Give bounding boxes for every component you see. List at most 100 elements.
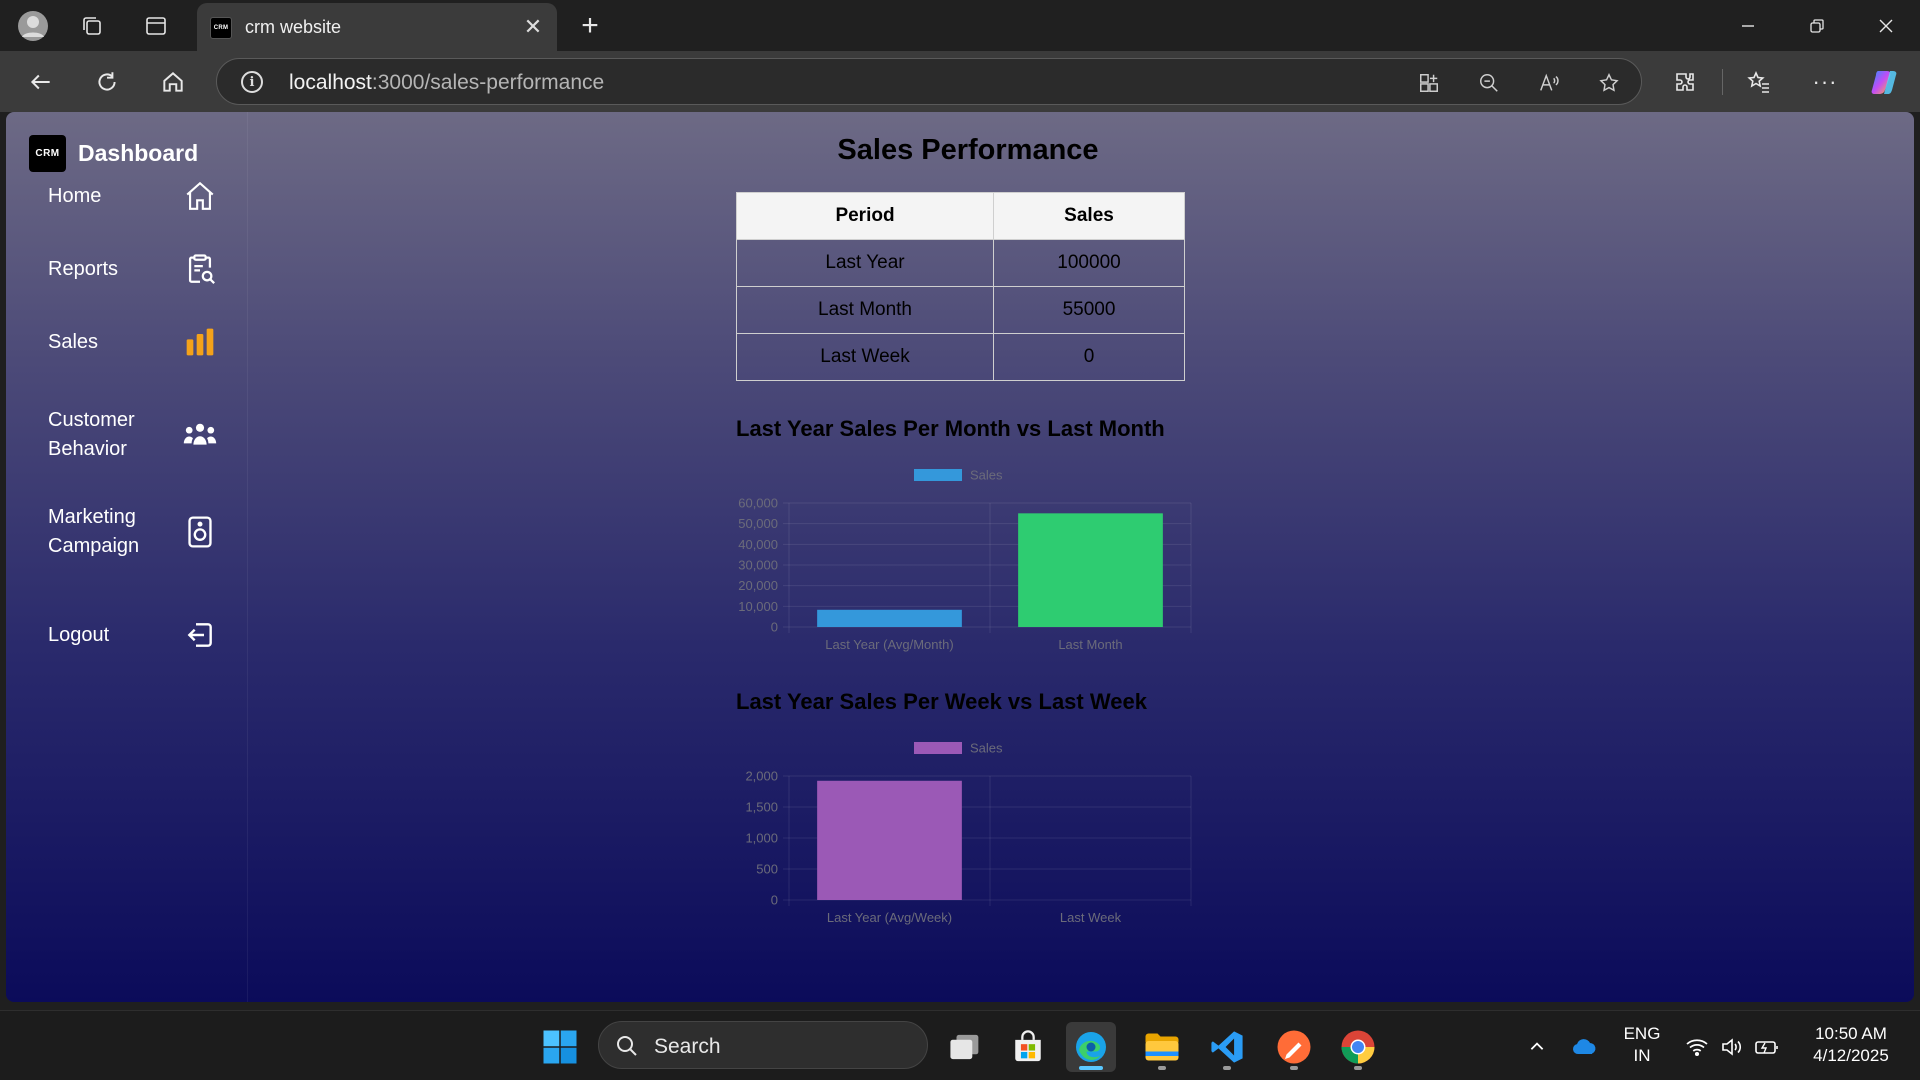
table-row: Last Month 55000 <box>736 286 1185 334</box>
home-browser-icon[interactable] <box>154 63 192 101</box>
sidebar-item-sales[interactable]: Sales <box>48 317 218 367</box>
bar <box>817 609 962 627</box>
browser-toolbar: i localhost:3000/sales-performance ··· <box>0 51 1920 112</box>
language-indicator[interactable]: ENG IN <box>1612 1023 1672 1067</box>
sidebar-item-customer-behavior[interactable]: Customer Behavior <box>48 406 218 464</box>
home-icon <box>182 178 218 214</box>
zoom-out-icon[interactable] <box>1473 67 1505 99</box>
running-indicator <box>1290 1066 1298 1070</box>
taskbar: Search ENG IN 10:50 AM 4/12/2025 <box>0 1010 1920 1080</box>
logout-icon <box>182 617 218 653</box>
extensions-icon[interactable] <box>1666 63 1704 101</box>
sidebar-item-marketing-campaign[interactable]: Marketing Campaign <box>48 503 218 561</box>
sidebar-item-label: Reports <box>48 257 119 280</box>
clock-date: 4/12/2025 <box>1813 1046 1889 1065</box>
cell-sales: 100000 <box>993 239 1185 287</box>
close-window-icon[interactable] <box>1851 0 1920 51</box>
refresh-icon[interactable] <box>88 63 126 101</box>
url-text[interactable]: localhost:3000/sales-performance <box>289 71 604 95</box>
page-viewport: CRM Dashboard Home Reports Sales Custome… <box>6 112 1914 1002</box>
chart-monthly: Sales 0 10,000 20,000 30,000 40,000 50,000 60,0… <box>738 468 1192 652</box>
show-hidden-icons-chevron-icon[interactable] <box>1512 1022 1562 1072</box>
taskbar-search[interactable]: Search <box>598 1021 928 1069</box>
x-tick-label: Last Year (Avg/Month) <box>825 637 953 652</box>
tab-actions-icon[interactable] <box>138 8 174 44</box>
y-tick-label: 0 <box>771 893 778 908</box>
tab-close-icon[interactable]: ✕ <box>519 13 547 41</box>
favorite-star-icon[interactable] <box>1593 67 1625 99</box>
users-group-icon <box>182 417 218 453</box>
y-tick-label: 60,000 <box>738 496 778 511</box>
y-tick-label: 20,000 <box>738 578 778 593</box>
address-bar[interactable]: i localhost:3000/sales-performance <box>216 58 1642 105</box>
copilot-icon[interactable] <box>1866 63 1904 101</box>
new-tab-icon[interactable]: + <box>572 8 608 44</box>
profile-avatar-icon[interactable] <box>15 8 51 44</box>
read-aloud-icon[interactable] <box>1533 67 1565 99</box>
bar <box>1018 513 1163 627</box>
table-row: Last Week 0 <box>736 333 1185 381</box>
speaker-icon <box>182 514 218 550</box>
search-placeholder: Search <box>654 1035 721 1058</box>
vscode-icon[interactable] <box>1202 1022 1252 1072</box>
restore-icon[interactable] <box>1782 0 1851 51</box>
onedrive-cloud-icon[interactable] <box>1560 1022 1610 1072</box>
edge-browser-icon[interactable] <box>1066 1022 1116 1072</box>
app-available-icon[interactable] <box>1413 67 1445 99</box>
y-tick-label: 40,000 <box>738 537 778 552</box>
tab-title: crm website <box>245 17 342 37</box>
legend-label: Sales <box>970 468 1003 483</box>
store-icon[interactable] <box>1003 1022 1053 1072</box>
site-info-icon[interactable]: i <box>241 71 263 93</box>
url-host: localhost <box>289 71 372 94</box>
column-header-period: Period <box>736 192 994 240</box>
crm-logo: CRM <box>29 135 66 172</box>
brand[interactable]: CRM Dashboard <box>29 135 198 172</box>
chart-title-weekly: Last Year Sales Per Week vs Last Week <box>736 689 1147 714</box>
y-tick-label: 0 <box>771 620 778 635</box>
start-windows-icon[interactable] <box>535 1022 585 1072</box>
sidebar-item-label: Sales <box>48 330 99 353</box>
workspaces-icon[interactable] <box>74 8 110 44</box>
sidebar-item-label: Home <box>48 184 102 207</box>
column-header-sales: Sales <box>993 192 1185 240</box>
bar <box>817 780 962 900</box>
battery-charging-icon[interactable] <box>1743 1022 1791 1072</box>
brand-title: Dashboard <box>78 140 199 166</box>
sidebar-item-home[interactable]: Home <box>48 171 218 221</box>
file-explorer-icon[interactable] <box>1137 1022 1187 1072</box>
minimize-icon[interactable] <box>1713 0 1782 51</box>
postman-icon[interactable] <box>1269 1022 1319 1072</box>
browser-title-bar: CRM crm website ✕ + <box>0 0 1920 51</box>
page-title: Sales Performance <box>837 134 1099 166</box>
cell-sales: 55000 <box>993 286 1185 334</box>
x-tick-label: Last Year (Avg/Week) <box>827 910 952 925</box>
more-options-icon[interactable]: ··· <box>1806 63 1844 101</box>
active-indicator <box>1079 1066 1103 1070</box>
browser-tab-active[interactable]: CRM crm website ✕ <box>197 3 557 51</box>
y-tick-label: 10,000 <box>738 599 778 614</box>
sales-table: Period Sales Last Year 100000 Last Month… <box>736 192 1185 381</box>
legend-swatch <box>914 469 962 481</box>
table-header-row: Period Sales <box>736 192 1185 240</box>
legend-label: Sales <box>970 741 1003 756</box>
sidebar-item-reports[interactable]: Reports <box>48 244 218 294</box>
back-icon[interactable] <box>22 63 60 101</box>
y-tick-label: 500 <box>756 862 778 877</box>
clock-time: 10:50 AM <box>1815 1024 1887 1043</box>
chart-weekly: Sales 0 500 1,000 1,500 2,000 Last Year (Avg/W… <box>745 741 1192 925</box>
clipboard-search-icon <box>182 251 218 287</box>
clock[interactable]: 10:50 AM 4/12/2025 <box>1796 1023 1906 1067</box>
main-content: Sales Performance Period Sales Last Year… <box>248 112 1914 1002</box>
chrome-icon[interactable] <box>1333 1022 1383 1072</box>
sidebar-item-logout[interactable]: Logout <box>48 610 218 660</box>
region-code: IN <box>1633 1046 1651 1065</box>
y-tick-label: 30,000 <box>738 558 778 573</box>
y-tick-label: 50,000 <box>738 516 778 531</box>
running-indicator <box>1223 1066 1231 1070</box>
y-tick-label: 1,500 <box>745 800 778 815</box>
task-view-icon[interactable] <box>940 1022 990 1072</box>
favorites-icon[interactable] <box>1740 63 1778 101</box>
table-row: Last Year 100000 <box>736 239 1185 287</box>
tab-favicon: CRM <box>210 17 232 39</box>
